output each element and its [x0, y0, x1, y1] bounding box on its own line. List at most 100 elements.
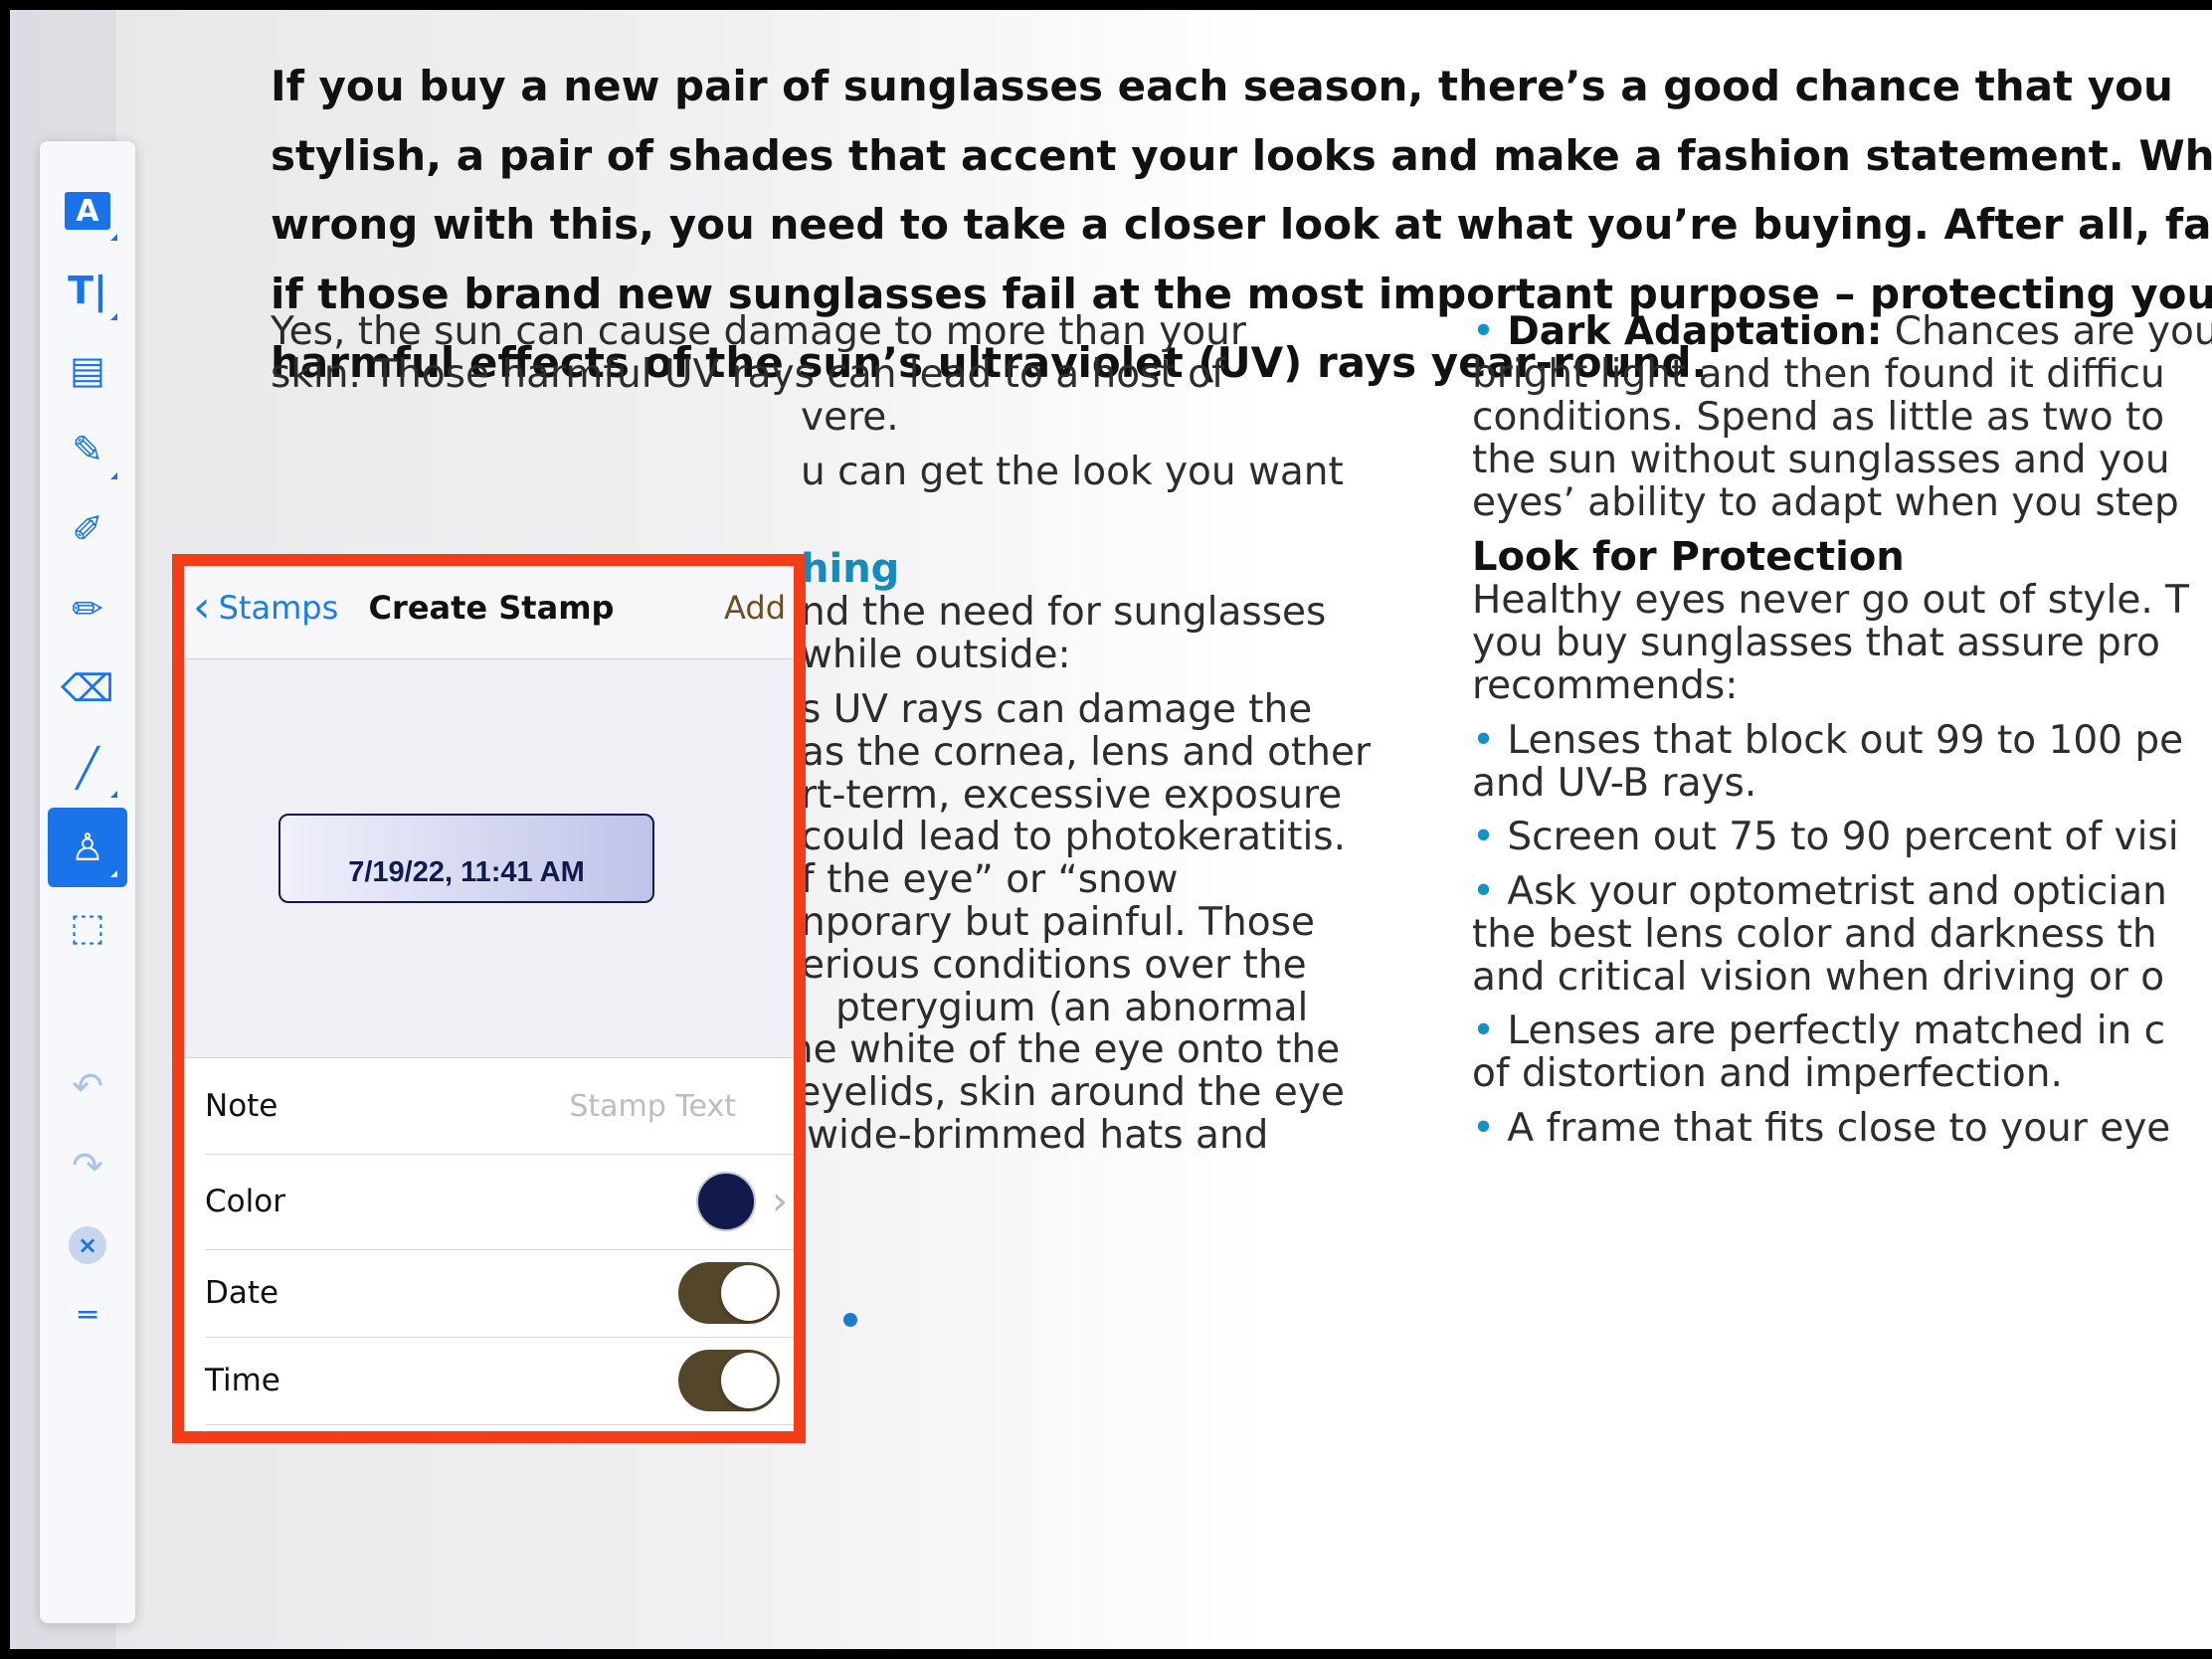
toggle-knob: [721, 1353, 777, 1408]
redo-icon[interactable]: ↷: [48, 1126, 127, 1205]
undo-icon[interactable]: ↶: [48, 1046, 127, 1126]
bullet-item: • Ask your optometrist and optician: [1472, 868, 2167, 916]
body-text-line: while outside:: [801, 633, 1071, 677]
eraser-glyph: ⌫: [61, 666, 114, 710]
document-page: If you buy a new pair of sunglasses each…: [10, 10, 2212, 1649]
date-row: Date: [205, 1249, 806, 1338]
line-icon[interactable]: ╱: [48, 728, 127, 808]
section-heading: Look for Protection: [1472, 534, 1905, 580]
intro-line: stylish, a pair of shades that accent yo…: [271, 130, 2212, 180]
pen-glyph: ✎: [72, 428, 103, 471]
bullet-text: Ask your optometrist and optician: [1507, 869, 2167, 914]
color-swatch[interactable]: [696, 1172, 756, 1231]
body-text-line: s UV rays can damage the: [801, 687, 1313, 732]
body-text-line: Yes, the sun can cause damage to more th…: [271, 309, 1246, 354]
bullet-item: • Lenses are perfectly matched in c: [1472, 1008, 2165, 1055]
bullet-text: A frame that fits close to your eye: [1507, 1106, 2171, 1151]
body-text-line: eyes’ ability to adapt when you step: [1472, 480, 2179, 525]
note-icon[interactable]: ▤: [48, 330, 127, 410]
bullet-item: • Screen out 75 to 90 percent of visi: [1472, 814, 2179, 861]
close-icon[interactable]: ×: [48, 1205, 127, 1285]
bullet-item: • Lenses that block out 99 to 100 pe: [1472, 717, 2183, 765]
stamp-settings-form: Note Stamp Text Color › Date Time: [177, 1057, 806, 1442]
tool-options-indicator: [110, 472, 117, 479]
highlighter-glyph: ✐: [72, 507, 103, 551]
body-text-line: nporary but painful. Those: [801, 900, 1315, 945]
bullet-marker: •: [1472, 1106, 1496, 1151]
time-label: Time: [205, 1363, 280, 1398]
tool-options-indicator: [110, 791, 117, 798]
body-text-line: the best lens color and darkness th: [1472, 912, 2157, 957]
tool-options-indicator: [110, 234, 117, 241]
text-box-glyph: A: [65, 192, 110, 230]
body-text-line: erious conditions over the: [801, 943, 1307, 988]
note-input[interactable]: Stamp Text: [569, 1089, 736, 1124]
bullet-text: Chances are you: [1894, 309, 2212, 354]
note-label: Note: [205, 1088, 278, 1124]
brush-icon[interactable]: ✏: [48, 569, 127, 648]
time-toggle[interactable]: [678, 1350, 780, 1411]
popover-title: Create Stamp: [368, 589, 615, 627]
bullet-text: Lenses are perfectly matched in c: [1507, 1009, 2166, 1053]
body-text-line: conditions. Spend as little as two to: [1472, 395, 2165, 440]
section-heading: hing: [801, 546, 900, 592]
body-text-line: skin. Those harmful UV rays can lead to …: [271, 352, 1225, 397]
tool-options-indicator: [110, 870, 117, 877]
body-text-line: pterygium (an abnormal: [835, 986, 1309, 1030]
body-text-line: the sun without sunglasses and you: [1472, 438, 2170, 482]
body-text-line: f the eye” or “snow: [801, 857, 1179, 902]
intro-line: If you buy a new pair of sunglasses each…: [271, 62, 2173, 110]
bullet-marker: •: [1472, 815, 1496, 859]
bullet-marker: •: [1472, 869, 1496, 914]
body-text-line: and UV-B rays.: [1472, 761, 1757, 806]
body-text-line: could lead to photokeratitis.: [801, 815, 1347, 859]
bullet-marker: •: [1472, 309, 1496, 354]
bullet-item: • Dark Adaptation: Chances are you: [1472, 308, 2212, 356]
undo-glyph: ↶: [72, 1064, 103, 1108]
intro-line: wrong with this, you need to take a clos…: [271, 200, 2212, 249]
pen-icon[interactable]: ✎: [48, 410, 127, 489]
date-label: Date: [205, 1275, 279, 1311]
date-toggle[interactable]: [678, 1262, 780, 1324]
redo-glyph: ↷: [72, 1144, 103, 1188]
brush-glyph: ✏: [72, 587, 103, 631]
selection-glyph: ⬚: [70, 905, 105, 949]
annotation-toolbar: A T| ▤ ✎ ✐ ✏ ⌫ ╱ ♙ ⬚ ↶ ↷ × ═: [40, 141, 135, 1623]
body-text-line: vere.: [801, 395, 899, 440]
selection-icon[interactable]: ⬚: [48, 887, 127, 967]
line-glyph: ╱: [76, 746, 99, 790]
toggle-knob: [721, 1265, 777, 1321]
note-row[interactable]: Note Stamp Text: [205, 1058, 806, 1155]
color-row[interactable]: Color ›: [205, 1154, 806, 1250]
tool-options-indicator: [110, 313, 117, 320]
stamp-preview: 7/19/22, 11:41 AM: [278, 814, 654, 903]
bullet-item: • A frame that fits close to your eye: [1472, 1105, 2170, 1153]
typewriter-icon[interactable]: T|: [48, 251, 127, 330]
bullet-marker: •: [1472, 718, 1496, 763]
close-glyph: ×: [69, 1226, 106, 1264]
body-text-line: bright light and then found it difficu: [1472, 352, 2165, 397]
body-text-line: u can get the look you want: [801, 450, 1344, 494]
highlighter-icon[interactable]: ✐: [48, 489, 127, 569]
stamp-icon[interactable]: ♙: [48, 808, 127, 887]
body-text-line: you buy sunglasses that assure pro: [1472, 621, 2160, 665]
body-text-line: recommends:: [1472, 663, 1739, 708]
note-glyph: ▤: [70, 348, 105, 392]
stamp-preview-area: 7/19/22, 11:41 AM: [177, 659, 806, 1057]
bullet-text: Screen out 75 to 90 percent of visi: [1507, 815, 2179, 859]
bullet-marker: •: [1472, 1009, 1496, 1053]
stamp-glyph: ♙: [70, 826, 105, 869]
body-text-line: Healthy eyes never go out of style. T: [1472, 578, 2189, 623]
add-button[interactable]: Add: [724, 589, 786, 627]
bullet-title: Dark Adaptation:: [1507, 309, 1883, 354]
create-stamp-popover: ‹ Stamps Create Stamp Add 7/19/22, 11:41…: [177, 559, 806, 1442]
typewriter-glyph: T|: [68, 269, 107, 312]
body-text-line: rt-term, excessive exposure: [801, 773, 1343, 818]
body-text-line: nd the need for sunglasses: [801, 590, 1327, 635]
chevron-right-icon: ›: [772, 1179, 788, 1224]
text-box-icon[interactable]: A: [48, 171, 127, 251]
eraser-icon[interactable]: ⌫: [48, 648, 127, 728]
text-cursor-dot: [843, 1313, 857, 1327]
popover-nav-bar: ‹ Stamps Create Stamp Add: [177, 559, 806, 659]
menu-icon[interactable]: ═: [48, 1275, 127, 1355]
